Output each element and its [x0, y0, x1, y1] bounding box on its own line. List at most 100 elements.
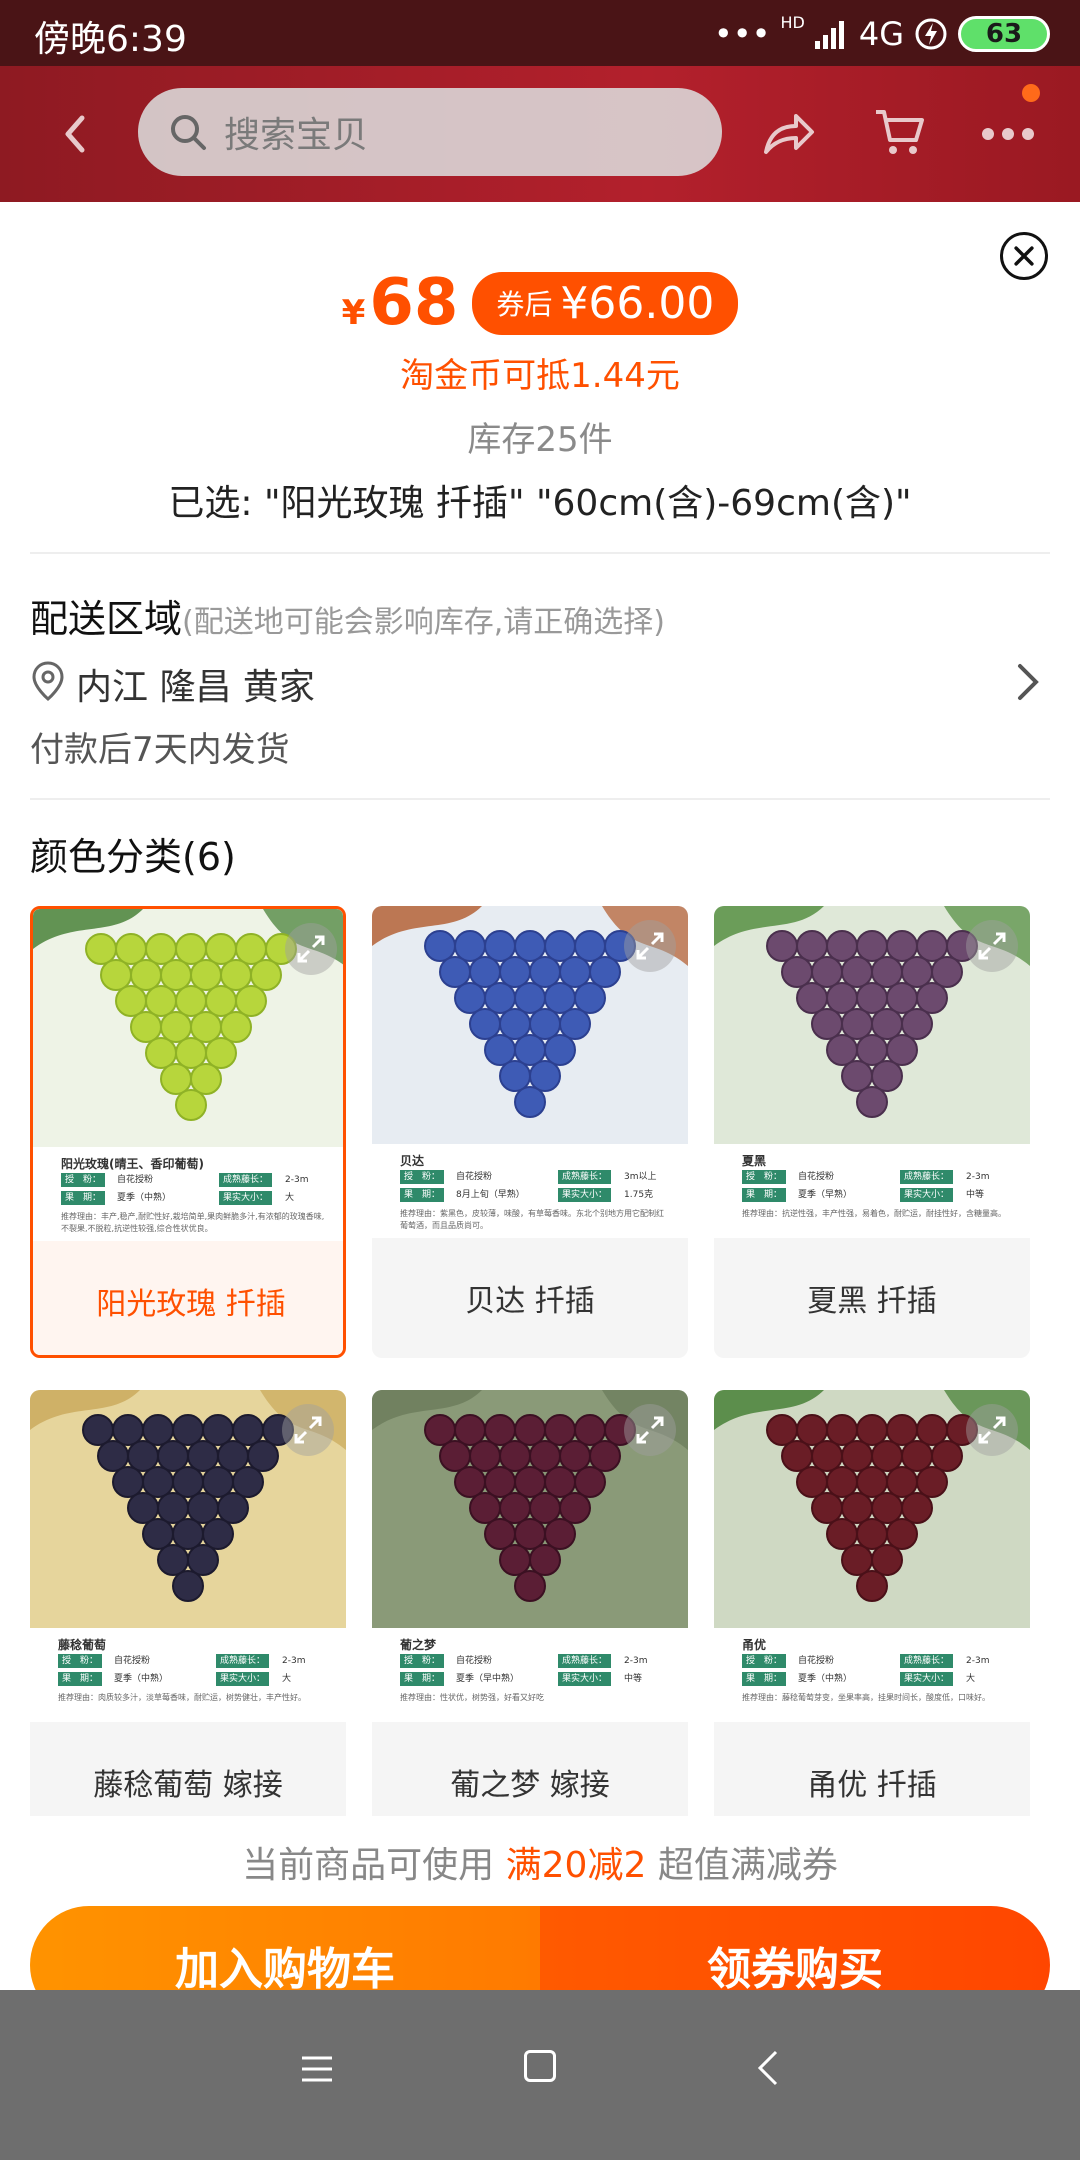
product-image: 葡之梦授 粉： 自花授粉 成熟藤长： 2-3m 果 期： 夏季（早中熟） 果实大小： 中等 推荐…	[372, 1390, 688, 1722]
tag-size: 果实大小：	[216, 1672, 270, 1686]
variety-info: 葡之梦授 粉： 自花授粉 成熟藤长： 2-3m 果 期： 夏季（早中熟） 果实大小： 中等 推荐…	[372, 1628, 688, 1722]
size-value: 中等	[966, 1190, 985, 1200]
product-image: 阳光玫瑰(晴王、香印葡萄) 授 粉： 自花授粉 成熟藤长： 2-3m 果 期： 夏季（中熟）…	[33, 909, 343, 1241]
back-arrow-icon[interactable]	[50, 106, 100, 162]
search-placeholder: 搜索宝贝	[224, 115, 369, 156]
variety-name: 贝达	[400, 1154, 425, 1168]
expand-icon[interactable]	[966, 920, 1018, 972]
color-option-grid: 阳光玫瑰(晴王、香印葡萄) 授 粉： 自花授粉 成熟藤长： 2-3m 果 期： 夏季（中熟）…	[30, 906, 1060, 1816]
tag-length: 成熟藤长：	[219, 1173, 273, 1187]
color-option-card[interactable]: 夏黑授 粉： 自花授粉 成熟藤长： 2-3m 果 期： 夏季（早熟） 果实大小： 中等 推荐理由…	[714, 906, 1030, 1358]
signal-dots-icon: •••	[713, 15, 771, 53]
tag-pollination: 授 粉：	[61, 1173, 106, 1187]
network-label: 4G	[858, 15, 904, 53]
length-value: 2-3m	[966, 1656, 990, 1666]
expand-icon[interactable]	[966, 1404, 1018, 1456]
tag-season: 果 期：	[58, 1672, 103, 1686]
location-pin-icon	[32, 661, 64, 701]
system-nav-bar	[0, 1990, 1080, 2160]
color-option-label: 葡之梦 嫁接	[372, 1722, 688, 1816]
location-selector[interactable]: 内江 隆昌 黄家	[30, 656, 1050, 708]
variety-name: 阳光玫瑰(晴王、香印葡萄)	[61, 1157, 204, 1171]
size-value: 1.75克	[624, 1190, 654, 1200]
product-image: 藤稔葡萄授 粉： 自花授粉 成熟藤长： 2-3m 果 期： 夏季（中熟） 果实大小： 大推荐理…	[30, 1390, 346, 1722]
length-value: 2-3m	[966, 1172, 990, 1182]
tag-length: 成熟藤长：	[900, 1170, 954, 1184]
location-text: 内江 隆昌 黄家	[76, 667, 315, 708]
color-option-label: 藤稔葡萄 嫁接	[30, 1722, 346, 1816]
expand-icon[interactable]	[282, 1404, 334, 1456]
coupon-price-badge: 券后 ¥66.00	[472, 271, 739, 335]
color-option-card[interactable]: 贝达授 粉： 自花授粉 成熟藤长： 3m以上果 期： 8月上旬（早熟） 果实大小： 1.75…	[372, 906, 688, 1358]
color-option-label: 阳光玫瑰 扦插	[33, 1241, 343, 1355]
season-value: 夏季（中熟）	[114, 1674, 169, 1684]
color-option-card[interactable]: 藤稔葡萄授 粉： 自花授粉 成熟藤长： 2-3m 果 期： 夏季（中熟） 果实大小： 大推荐理…	[30, 1390, 346, 1816]
tag-length: 成熟藤长：	[900, 1654, 954, 1668]
season-value: 夏季（中熟）	[117, 1193, 172, 1203]
taojin-coin-text: 淘金币可抵1.44元	[400, 356, 680, 396]
length-value: 2-3m	[285, 1175, 309, 1185]
tag-length: 成熟藤长：	[216, 1654, 270, 1668]
length-value: 2-3m	[624, 1656, 648, 1666]
tag-pollination: 授 粉：	[400, 1170, 445, 1184]
season-value: 夏季（早熟）	[798, 1190, 853, 1200]
tag-size: 果实大小：	[558, 1188, 612, 1202]
tag-pollination: 授 粉：	[58, 1654, 103, 1668]
share-icon[interactable]	[760, 108, 816, 160]
variety-name: 甬优	[742, 1638, 767, 1652]
back-icon[interactable]	[756, 2048, 780, 2088]
selected-spec-text: 已选: "阳光玫瑰 扦插" "60cm(含)-69cm(含)"	[168, 483, 912, 524]
recommend-note: 推荐理由：紫黑色，皮较薄，味酸，有草莓香味。东北个别地方用它配制红葡萄酒，而且品…	[400, 1209, 664, 1230]
price-row: ¥68 券后 ¥66.00	[0, 266, 1080, 340]
status-bar: 傍晚6:39 ••• HD 4G 63	[0, 0, 1080, 66]
length-value: 2-3m	[282, 1656, 306, 1666]
menu-icon[interactable]	[300, 2052, 334, 2086]
color-option-card[interactable]: 甬优授 粉： 自花授粉 成熟藤长： 2-3m 果 期： 夏季（中熟） 果实大小： 大推荐理由：…	[714, 1390, 1030, 1816]
product-image: 夏黑授 粉： 自花授粉 成熟藤长： 2-3m 果 期： 夏季（早熟） 果实大小： 中等 推荐理由…	[714, 906, 1030, 1238]
tag-size: 果实大小：	[900, 1672, 954, 1686]
hd-label: HD	[780, 12, 805, 32]
recommend-note: 推荐理由：肉质较多汁，淡草莓香味，耐贮运，树势健壮，丰产性好。	[58, 1693, 306, 1702]
tag-season: 果 期：	[742, 1188, 787, 1202]
tag-size: 果实大小：	[558, 1672, 612, 1686]
search-input[interactable]: 搜索宝贝	[138, 88, 722, 176]
season-value: 8月上旬（早熟）	[456, 1190, 525, 1200]
pollination-value: 自花授粉	[117, 1175, 154, 1185]
size-value: 中等	[624, 1674, 643, 1684]
variety-info: 阳光玫瑰(晴王、香印葡萄) 授 粉： 自花授粉 成熟藤长： 2-3m 果 期： 夏季（中熟）…	[33, 1147, 343, 1241]
tag-size: 果实大小：	[219, 1191, 273, 1205]
variety-info: 贝达授 粉： 自花授粉 成熟藤长： 3m以上果 期： 8月上旬（早熟） 果实大小： 1.75…	[372, 1144, 688, 1238]
home-icon[interactable]	[524, 2050, 556, 2082]
more-icon[interactable]	[978, 114, 1038, 154]
color-option-card[interactable]: 葡之梦授 粉： 自花授粉 成熟藤长： 2-3m 果 期： 夏季（早中熟） 果实大小： 中等 推荐…	[372, 1390, 688, 1816]
expand-icon[interactable]	[285, 923, 337, 975]
length-value: 3m以上	[624, 1172, 657, 1182]
ship-time-text: 付款后7天内发货	[30, 730, 290, 770]
expand-icon[interactable]	[624, 1404, 676, 1456]
color-option-card[interactable]: 阳光玫瑰(晴王、香印葡萄) 授 粉： 自花授粉 成熟藤长： 2-3m 果 期： 夏季（中熟）…	[30, 906, 346, 1358]
cart-icon[interactable]	[874, 106, 926, 158]
top-nav: 搜索宝贝	[0, 66, 1080, 202]
status-icons: ••• HD 4G 63	[714, 12, 1050, 56]
tag-length: 成熟藤长：	[558, 1654, 612, 1668]
stock-text: 库存25件	[467, 420, 613, 460]
coupon-label: 券后	[496, 288, 553, 321]
pollination-value: 自花授粉	[456, 1172, 493, 1182]
tag-season: 果 期：	[400, 1672, 445, 1686]
product-image: 贝达授 粉： 自花授粉 成熟藤长： 3m以上果 期： 8月上旬（早熟） 果实大小： 1.75…	[372, 906, 688, 1238]
variety-name: 夏黑	[742, 1154, 767, 1168]
coupon-price: ¥66.00	[560, 277, 715, 329]
price-value: 68	[369, 266, 459, 340]
variety-info: 夏黑授 粉： 自花授粉 成熟藤长： 2-3m 果 期： 夏季（早熟） 果实大小： 中等 推荐理由…	[714, 1144, 1030, 1238]
delivery-title: 配送区域	[30, 597, 183, 641]
season-value: 夏季（中熟）	[798, 1674, 853, 1684]
tag-pollination: 授 粉：	[742, 1654, 787, 1668]
color-option-label: 贝达 扦插	[372, 1238, 688, 1358]
battery-icon: 63	[958, 16, 1050, 52]
variety-name: 葡之梦	[400, 1638, 437, 1652]
expand-icon[interactable]	[624, 920, 676, 972]
divider	[30, 552, 1050, 554]
search-icon	[171, 115, 206, 150]
pollination-value: 自花授粉	[114, 1656, 151, 1666]
season-value: 夏季（早中熟）	[456, 1674, 520, 1684]
